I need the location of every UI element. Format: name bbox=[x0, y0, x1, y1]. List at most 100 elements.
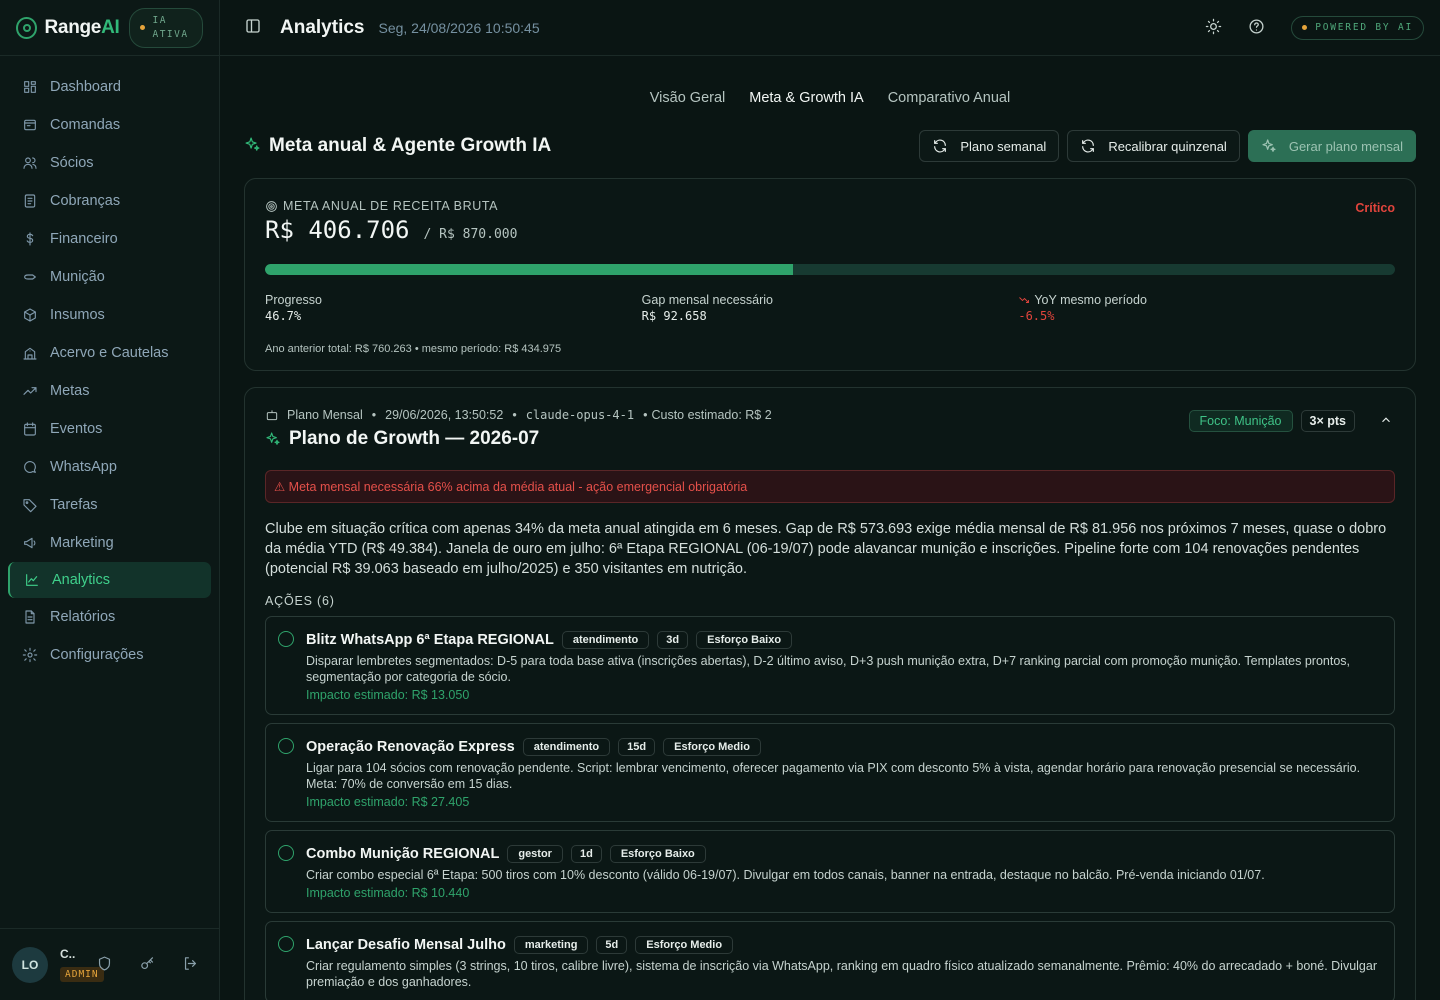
invoice-icon bbox=[24, 194, 36, 208]
sidebar-item-eventos[interactable]: Eventos bbox=[0, 410, 219, 448]
action-item: Blitz WhatsApp 6ª Etapa REGIONAL atendime… bbox=[265, 616, 1395, 715]
users-icon bbox=[23, 157, 37, 169]
sidebar-item-label: Tarefas bbox=[50, 497, 98, 513]
annual-goal-card: META ANUAL DE RECEITA BRUTA Crítico R$ 4… bbox=[244, 178, 1416, 371]
current-revenue: R$ 406.706 bbox=[265, 216, 410, 244]
sidebar: RangeAI IA ATIVA Dashboard Comandas Sócios… bbox=[0, 0, 220, 1000]
gear-icon bbox=[22, 647, 38, 663]
action-title: Operação Renovação Express bbox=[306, 739, 515, 755]
tabs: Visão Geral Meta & Growth IA Comparativo A… bbox=[244, 90, 1416, 106]
sidebar-item-acervo-e-cautelas[interactable]: Acervo e Cautelas bbox=[0, 334, 219, 372]
tab-overview[interactable]: Visão Geral bbox=[650, 90, 726, 106]
page-datetime: Seg, 24/08/2026 10:50:45 bbox=[378, 19, 540, 36]
recalibrate-button[interactable]: Recalibrar quinzenal bbox=[1067, 130, 1240, 162]
status-badge: Crítico bbox=[1355, 201, 1395, 215]
sidebar-toggle-icon[interactable] bbox=[244, 17, 262, 38]
sidebar-item-socios[interactable]: Sócios bbox=[0, 144, 219, 182]
action-impact: Impacto estimado: R$ 27.405 bbox=[306, 795, 470, 809]
sidebar-item-relatorios[interactable]: Relatórios bbox=[0, 598, 219, 636]
tab-goal-growth[interactable]: Meta & Growth IA bbox=[749, 90, 863, 106]
action-checkbox[interactable] bbox=[278, 738, 294, 754]
sidebar-item-whatsapp[interactable]: WhatsApp bbox=[0, 448, 219, 486]
sidebar-item-label: Financeiro bbox=[50, 231, 118, 247]
sidebar-item-analytics[interactable]: Analytics bbox=[8, 562, 211, 598]
action-item: Operação Renovação Express atendimento 15d… bbox=[265, 723, 1395, 822]
sidebar-item-label: Comandas bbox=[50, 117, 121, 133]
action-title: Blitz WhatsApp 6ª Etapa REGIONAL bbox=[306, 632, 554, 648]
sidebar-item-label: Dashboard bbox=[50, 79, 121, 95]
actions-label: AÇÕES (6) bbox=[265, 594, 335, 608]
chart-icon bbox=[26, 574, 38, 586]
goal-progress-fill bbox=[265, 264, 793, 275]
sidebar-item-marketing[interactable]: Marketing bbox=[0, 524, 219, 562]
sun-icon[interactable] bbox=[1205, 18, 1222, 38]
action-checkbox[interactable] bbox=[278, 845, 294, 861]
user-area: LO C.. ADMIN bbox=[0, 928, 219, 1000]
chat-icon bbox=[24, 461, 36, 473]
action-description: Criar regulamento simples (3 strings, 10… bbox=[306, 959, 1377, 989]
action-checkbox[interactable] bbox=[278, 936, 294, 952]
logout-icon[interactable] bbox=[182, 955, 199, 975]
owner-chip: atendimento bbox=[522, 738, 611, 756]
dollar-icon bbox=[26, 232, 34, 246]
tab-annual-comparison[interactable]: Comparativo Anual bbox=[888, 90, 1011, 106]
status-dot-icon bbox=[1302, 25, 1308, 30]
sidebar-item-tarefas[interactable]: Tarefas bbox=[0, 486, 219, 524]
shield-icon[interactable] bbox=[96, 955, 113, 975]
brand-name: RangeAI bbox=[44, 16, 120, 38]
help-icon[interactable] bbox=[1248, 18, 1265, 38]
action-checkbox[interactable] bbox=[278, 631, 294, 647]
sidebar-item-comandas[interactable]: Comandas bbox=[0, 106, 219, 144]
plan-summary: Clube em situação crítica com apenas 34%… bbox=[265, 521, 1387, 577]
sidebar-item-configuracoes[interactable]: Configurações bbox=[0, 636, 219, 674]
sidebar-item-dashboard[interactable]: Dashboard bbox=[0, 68, 219, 106]
weekly-plan-button[interactable]: Plano semanal bbox=[919, 130, 1060, 162]
action-title: Combo Munição REGIONAL bbox=[306, 846, 500, 862]
sidebar-item-metas[interactable]: Metas bbox=[0, 372, 219, 410]
action-title: Lançar Desafio Mensal Julho bbox=[306, 937, 506, 953]
sidebar-item-insumos[interactable]: Insumos bbox=[0, 296, 219, 334]
owner-chip: gestor bbox=[507, 845, 563, 863]
action-item: Combo Munição REGIONAL gestor 1d Esforço Ba… bbox=[265, 830, 1395, 913]
stat-monthly-gap: Gap mensal necessário R$ 92.658 bbox=[641, 293, 773, 323]
brand: RangeAI IA ATIVA bbox=[0, 0, 219, 56]
key-icon[interactable] bbox=[139, 955, 156, 975]
effort-chip: Esforço Medio bbox=[663, 738, 761, 756]
sidebar-item-financeiro[interactable]: Financeiro bbox=[0, 220, 219, 258]
sidebar-item-label: Relatórios bbox=[50, 609, 116, 625]
page-title: Analytics bbox=[280, 16, 365, 38]
user-name: C.. bbox=[60, 947, 76, 961]
main-content: Visão Geral Meta & Growth IA Comparativo A… bbox=[244, 56, 1416, 1000]
owner-chip: marketing bbox=[513, 936, 589, 954]
previous-year-footnote: Ano anterior total: R$ 760.263 • mesmo p… bbox=[265, 343, 562, 355]
avatar[interactable]: LO bbox=[12, 946, 48, 983]
points-badge: 3× pts bbox=[1300, 410, 1355, 432]
actions-list: Blitz WhatsApp 6ª Etapa REGIONAL atendime… bbox=[265, 616, 1395, 1000]
stat-yoy: YoY mesmo período -6.5% bbox=[1018, 293, 1147, 323]
dashboard-icon bbox=[24, 81, 36, 93]
action-description: Criar combo especial 6ª Etapa: 500 tiros… bbox=[306, 868, 1265, 882]
sidebar-item-label: WhatsApp bbox=[50, 459, 117, 475]
sidebar-item-label: Sócios bbox=[50, 155, 94, 171]
sidebar-nav: Dashboard Comandas Sócios Cobranças Financei… bbox=[0, 56, 219, 674]
effort-chip: Esforço Baixo bbox=[696, 631, 793, 649]
action-impact: Impacto estimado: R$ 10.440 bbox=[306, 886, 470, 900]
sparkles-icon bbox=[244, 136, 261, 156]
powered-by-ai-badge: POWERED BY AI bbox=[1291, 15, 1424, 40]
refresh-icon bbox=[934, 139, 947, 153]
emergency-alert: ⚠ Meta mensal necessária 66% acima da mé… bbox=[265, 470, 1395, 503]
sparkles-icon bbox=[266, 432, 280, 445]
target-icon bbox=[266, 200, 277, 212]
chevron-up-icon[interactable] bbox=[1363, 413, 1395, 430]
sidebar-item-municao[interactable]: Munição bbox=[0, 258, 219, 296]
refresh-icon bbox=[1082, 139, 1095, 153]
section-title: Meta anual & Agente Growth IA bbox=[269, 135, 552, 156]
generate-monthly-plan-button[interactable]: Gerar plano mensal bbox=[1247, 130, 1416, 162]
sparkles-icon bbox=[1262, 139, 1276, 152]
trending-down-icon bbox=[1019, 297, 1030, 303]
sidebar-item-cobrancas[interactable]: Cobranças bbox=[0, 182, 219, 220]
sidebar-item-label: Marketing bbox=[50, 535, 114, 551]
effort-chip: Esforço Medio bbox=[635, 936, 734, 954]
section-header: Meta anual & Agente Growth IA Plano sema… bbox=[244, 130, 1416, 162]
sidebar-item-label: Eventos bbox=[50, 421, 103, 437]
